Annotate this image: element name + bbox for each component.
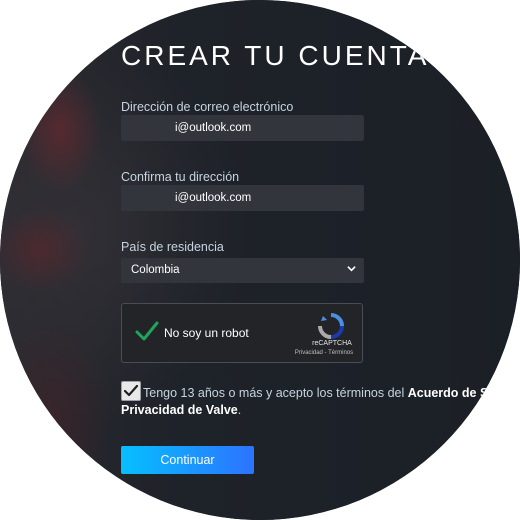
continue-button[interactable]: Continuar [121,446,254,474]
chevron-down-icon [347,258,356,283]
agreement-text-end: . [237,403,242,417]
country-selected-value: Colombia [131,264,180,276]
recaptcha-links[interactable]: Privacidad - Términos [284,350,364,356]
country-label: País de residencia [121,240,224,254]
recaptcha-label: No soy un robot [164,326,249,340]
page-title: CREAR TU CUENTA [121,40,430,71]
agreement-text: Tengo 13 años o más y acepto los término… [121,385,520,419]
checkmark-icon[interactable] [135,320,159,347]
agreement-text-start: Tengo 13 años o más y acepto los término… [143,386,408,400]
recaptcha-brand: reCAPTCHA [312,340,352,347]
email-field[interactable]: i@outlook.com [121,115,364,141]
country-select[interactable]: Colombia [121,258,364,283]
subscriber-agreement-link[interactable]: Acuerdo de Sus [408,386,503,400]
page-viewport: CREAR TU CUENTA Dirección de correo elec… [0,0,520,520]
email-label: Dirección de correo electrónico [121,100,294,114]
confirm-email-field[interactable]: i@outlook.com [121,185,364,211]
confirm-email-label: Confirma tu dirección [121,170,240,184]
recaptcha-widget: No soy un robot reCAPTCHA Privacidad - T… [121,303,363,363]
valve-privacy-link[interactable]: Privacidad de Valve [121,403,238,417]
